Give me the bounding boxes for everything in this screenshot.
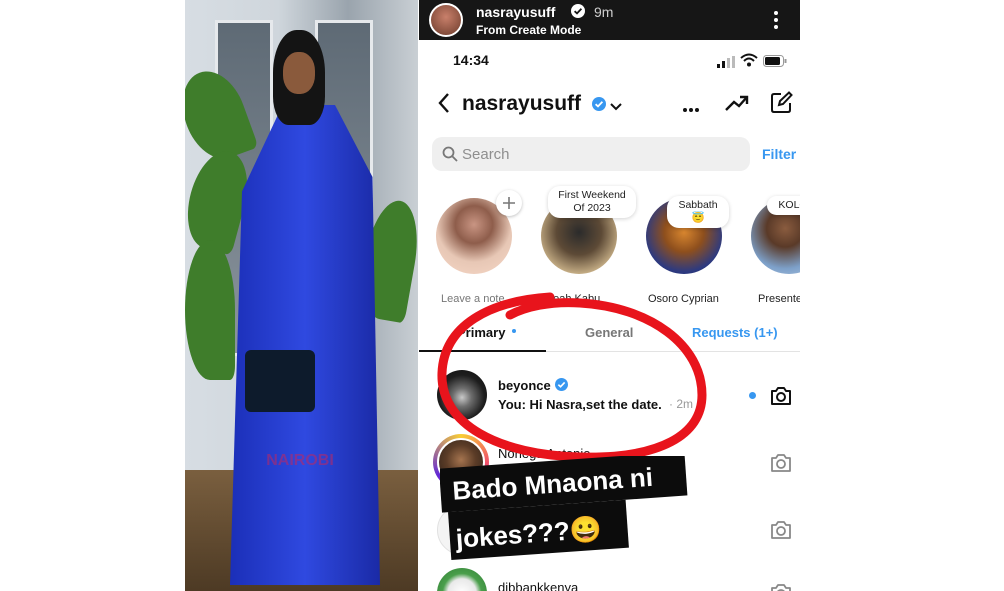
status-bar: 14:34 <box>419 40 800 80</box>
robe <box>230 105 380 585</box>
back-icon[interactable] <box>437 92 451 114</box>
story-time: 9m <box>594 4 614 20</box>
camera-icon[interactable] <box>770 453 792 473</box>
clock: 14:34 <box>453 52 489 68</box>
verified-icon <box>571 4 585 18</box>
handbag <box>245 350 315 412</box>
signal-icon <box>717 55 735 68</box>
filter-button[interactable]: Filter <box>762 146 796 162</box>
search-placeholder: Search <box>462 146 510 163</box>
watermark: NAIROBI <box>266 452 334 469</box>
conversation-name[interactable]: dibbankkenya <box>498 580 578 591</box>
camera-icon[interactable] <box>770 520 792 540</box>
trending-icon[interactable] <box>725 94 749 112</box>
story-subtitle: From Create Mode <box>476 23 582 37</box>
unread-dot <box>749 392 756 399</box>
add-note-icon[interactable] <box>496 190 522 216</box>
avatar[interactable] <box>437 568 487 591</box>
story-avatar[interactable] <box>429 3 463 37</box>
note-bubble[interactable]: First Weekend Of 2023 <box>548 186 636 218</box>
caption-sticker: Bado Mnaona ni jokes???😀 <box>440 456 688 561</box>
story-header: nasrayusuff 9m From Create Mode <box>419 0 800 40</box>
note-bubble[interactable]: KOLO <box>767 196 800 215</box>
face <box>283 52 315 94</box>
verified-icon <box>592 97 606 111</box>
header-title[interactable]: nasrayusuff <box>462 92 581 116</box>
search-icon <box>442 146 458 162</box>
story-photo: NAIROBI <box>185 0 418 591</box>
chevron-down-icon[interactable] <box>610 99 622 111</box>
camera-icon[interactable] <box>770 386 792 406</box>
red-circle-annotation <box>437 292 707 462</box>
compose-icon[interactable] <box>769 91 793 115</box>
story-username[interactable]: nasrayusuff <box>476 4 555 20</box>
note-name: Presente <box>758 293 800 305</box>
camera-icon[interactable] <box>770 583 792 591</box>
search-input[interactable]: Search <box>432 137 750 171</box>
wifi-icon <box>740 53 758 67</box>
note-bubble[interactable]: Sabbath😇 <box>667 196 729 228</box>
more-icon[interactable] <box>682 100 700 112</box>
battery-icon <box>763 54 787 67</box>
more-options-icon[interactable] <box>771 10 781 30</box>
